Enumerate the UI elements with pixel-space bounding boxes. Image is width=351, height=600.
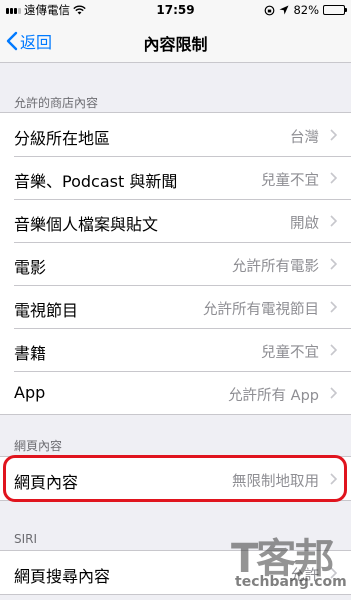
row-books[interactable]: 書籍 兒童不宜 (0, 328, 351, 371)
row-value: 台灣 (290, 130, 319, 146)
watermark-logo: T客邦 techbang.com (227, 526, 347, 596)
row-label: 分級所在地區 (14, 129, 111, 148)
row-label: 電影 (14, 258, 47, 277)
section-header-siri: SIRI (14, 532, 38, 546)
row-value: 兒童不宜 (261, 345, 319, 361)
orientation-lock-icon (265, 5, 275, 15)
section-header-web-content: 網頁內容 (14, 439, 63, 453)
row-music-podcast-news[interactable]: 音樂、Podcast 與新聞 兒童不宜 (0, 156, 351, 199)
row-rating-region[interactable]: 分級所在地區 台灣 (0, 113, 351, 156)
chevron-right-icon (330, 301, 337, 313)
row-music-profiles-posts[interactable]: 音樂個人檔案與貼文 開啟 (0, 199, 351, 242)
navigation-bar: 返回 內容限制 (0, 20, 351, 63)
chevron-right-icon (330, 258, 337, 270)
chevron-right-icon (330, 172, 337, 184)
chevron-right-icon (330, 387, 337, 399)
status-bar: 遠傳電信 17:59 82% (0, 0, 351, 20)
store-content-group: 分級所在地區 台灣 音樂、Podcast 與新聞 兒童不宜 音樂個人檔案與貼文 … (0, 112, 351, 415)
row-label: 音樂、Podcast 與新聞 (14, 172, 178, 191)
status-right: 82% (264, 3, 347, 17)
chevron-right-icon (330, 344, 337, 356)
section-header-store-content: 允許的商店內容 (14, 96, 99, 110)
watermark-site: techbang.com (235, 574, 347, 590)
location-arrow-icon (279, 5, 289, 15)
row-movies[interactable]: 電影 允許所有電影 (0, 242, 351, 285)
row-label: 音樂個人檔案與貼文 (14, 215, 159, 234)
row-value: 允許所有電影 (232, 259, 319, 275)
page-title: 內容限制 (143, 35, 208, 54)
highlight-annotation (3, 455, 347, 502)
row-label: App (14, 383, 46, 402)
row-value: 允許所有電視節目 (203, 302, 319, 318)
chevron-right-icon (330, 129, 337, 141)
row-value: 兒童不宜 (261, 173, 319, 189)
battery-percent: 82% (293, 3, 319, 17)
battery-icon (323, 5, 347, 15)
row-value: 開啟 (290, 216, 319, 232)
row-label: 書籍 (14, 344, 47, 363)
chevron-right-icon (330, 215, 337, 227)
row-label: 網頁搜尋內容 (14, 567, 111, 586)
row-apps[interactable]: App 允許所有 App (0, 371, 351, 414)
row-value: 允許所有 App (228, 388, 319, 404)
row-tv-shows[interactable]: 電視節目 允許所有電視節目 (0, 285, 351, 328)
row-label: 電視節目 (14, 301, 79, 320)
